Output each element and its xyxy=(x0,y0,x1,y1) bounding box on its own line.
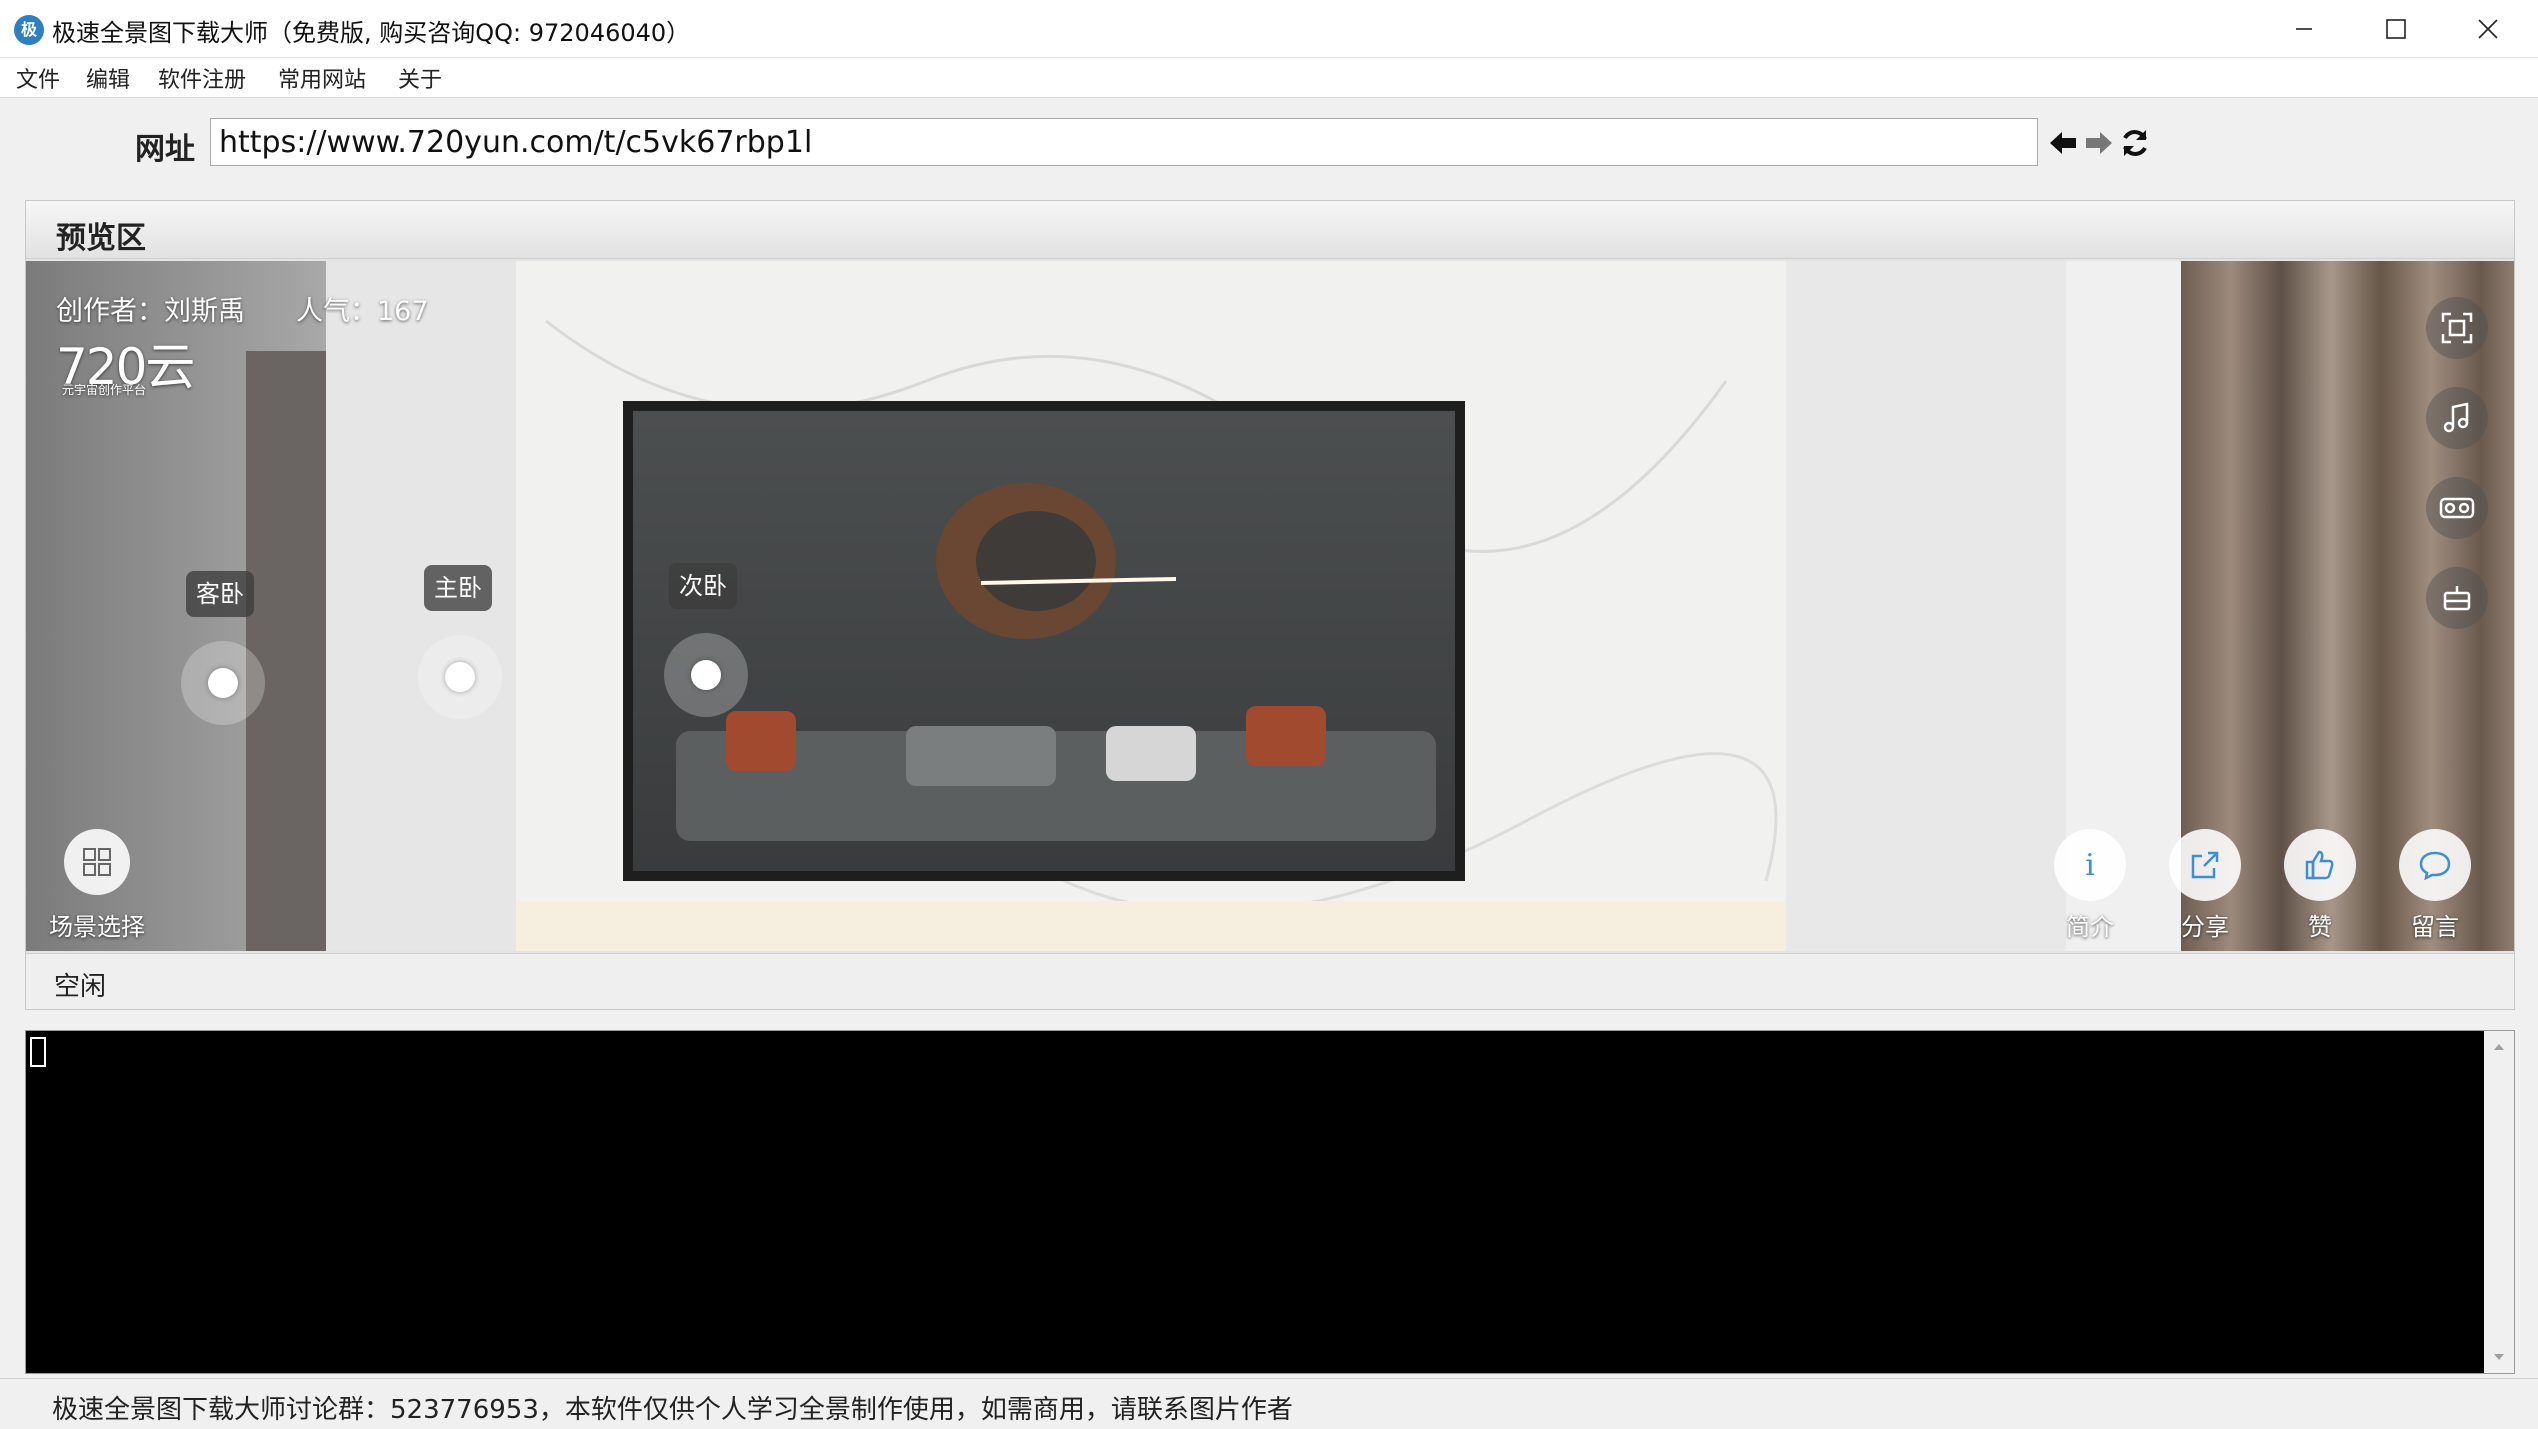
music-icon xyxy=(2443,402,2469,433)
hotspot-label-second-bedroom[interactable]: 次卧 xyxy=(669,563,737,609)
hotspot-second-bedroom[interactable] xyxy=(664,633,748,717)
hotspot-label-master-bedroom[interactable]: 主卧 xyxy=(424,565,492,611)
popularity-text: 人气：167 xyxy=(296,296,429,327)
info-icon: i xyxy=(2085,848,2095,882)
panorama-viewport[interactable]: 创作者：刘斯禹 人气：167 720云 元宇宙创作平台 客卧 主卧 次卧 场景选… xyxy=(26,261,2514,951)
hotspot-label-guest-bedroom[interactable]: 客卧 xyxy=(186,571,254,617)
menu-bar: 文件 编辑 软件注册 常用网站 关于 xyxy=(0,58,2538,98)
window-title: 极速全景图下载大师（免费版, 购买咨询QQ: 972046040） xyxy=(52,19,691,47)
scene-select-label: 场景选择 xyxy=(49,913,145,941)
footer-bar: 极速全景图下载大师讨论群：523776953，本软件仅供个人学习全景制作使用，如… xyxy=(0,1378,2538,1429)
hotspot-master-bedroom[interactable] xyxy=(418,635,502,719)
console-scrollbar[interactable] xyxy=(2484,1031,2514,1373)
fullscreen-button[interactable] xyxy=(2426,297,2488,359)
preview-header: 预览区 xyxy=(26,201,2514,259)
grid-icon xyxy=(83,848,111,876)
info-label: 简介 xyxy=(2066,913,2114,941)
scroll-up-icon[interactable] xyxy=(2491,1039,2507,1055)
svg-text:i: i xyxy=(2085,848,2095,882)
log-console[interactable] xyxy=(25,1030,2515,1374)
share-icon xyxy=(2191,851,2219,879)
url-input[interactable] xyxy=(210,118,2038,166)
menu-file[interactable]: 文件 xyxy=(16,62,60,94)
status-text: 空闲 xyxy=(54,972,107,1002)
footer-text: 极速全景图下载大师讨论群：523776953，本软件仅供个人学习全景制作使用，如… xyxy=(52,1395,1293,1425)
title-bar: 极 极速全景图下载大师（免费版, 购买咨询QQ: 972046040） xyxy=(0,0,2538,58)
scene-select-button[interactable] xyxy=(64,829,130,895)
share-label: 分享 xyxy=(2181,913,2229,941)
url-bar: 网址 xyxy=(0,100,2538,188)
menu-register[interactable]: 软件注册 xyxy=(158,62,246,94)
url-label: 网址 xyxy=(135,132,195,167)
comment-button[interactable] xyxy=(2399,829,2471,901)
hotspot-guest-bedroom[interactable] xyxy=(181,641,265,725)
thumbs-up-icon xyxy=(2305,850,2334,880)
app-logo-icon: 极 xyxy=(14,15,44,45)
comment-label: 留言 xyxy=(2411,913,2459,941)
comment-icon xyxy=(2419,851,2451,881)
close-icon xyxy=(2478,19,2498,39)
preview-panel: 预览区 创作者：刘斯禹 人气：167 720云 元宇宙创作平台 客卧 主卧 次卧… xyxy=(25,200,2515,1010)
robot-button[interactable] xyxy=(2426,567,2488,629)
maximize-icon xyxy=(2386,19,2406,39)
menu-common-sites[interactable]: 常用网站 xyxy=(278,62,366,94)
back-button[interactable] xyxy=(2046,126,2080,160)
logo-subtitle: 元宇宙创作平台 xyxy=(62,383,147,397)
back-arrow-icon xyxy=(2050,132,2076,154)
close-button[interactable] xyxy=(2442,0,2534,58)
forward-button[interactable] xyxy=(2082,126,2116,160)
scroll-down-icon[interactable] xyxy=(2491,1349,2507,1365)
minimize-icon xyxy=(2296,28,2312,30)
info-button[interactable]: i xyxy=(2054,829,2126,901)
maximize-button[interactable] xyxy=(2350,0,2442,58)
share-button[interactable] xyxy=(2169,829,2241,901)
text-cursor xyxy=(30,1037,46,1067)
vr-glasses-icon xyxy=(2439,497,2475,519)
hotspot-dot xyxy=(445,662,475,692)
vr-button[interactable] xyxy=(2426,477,2488,539)
author-text: 创作者：刘斯禹 xyxy=(56,296,245,327)
menu-about[interactable]: 关于 xyxy=(398,62,442,94)
like-button[interactable] xyxy=(2284,829,2356,901)
refresh-icon xyxy=(2123,130,2147,156)
minimize-button[interactable] xyxy=(2258,0,2350,58)
like-label: 赞 xyxy=(2308,913,2332,941)
menu-edit[interactable]: 编辑 xyxy=(86,62,130,94)
panorama-scene xyxy=(26,261,2514,951)
fullscreen-icon xyxy=(2441,312,2473,344)
forward-arrow-icon xyxy=(2086,132,2112,154)
robot-icon xyxy=(2443,586,2471,611)
preview-title: 预览区 xyxy=(56,221,146,256)
hotspot-dot xyxy=(691,660,721,690)
music-button[interactable] xyxy=(2426,387,2488,449)
status-strip: 空闲 xyxy=(26,953,2514,1009)
refresh-button[interactable] xyxy=(2118,126,2152,160)
hotspot-dot xyxy=(208,668,238,698)
